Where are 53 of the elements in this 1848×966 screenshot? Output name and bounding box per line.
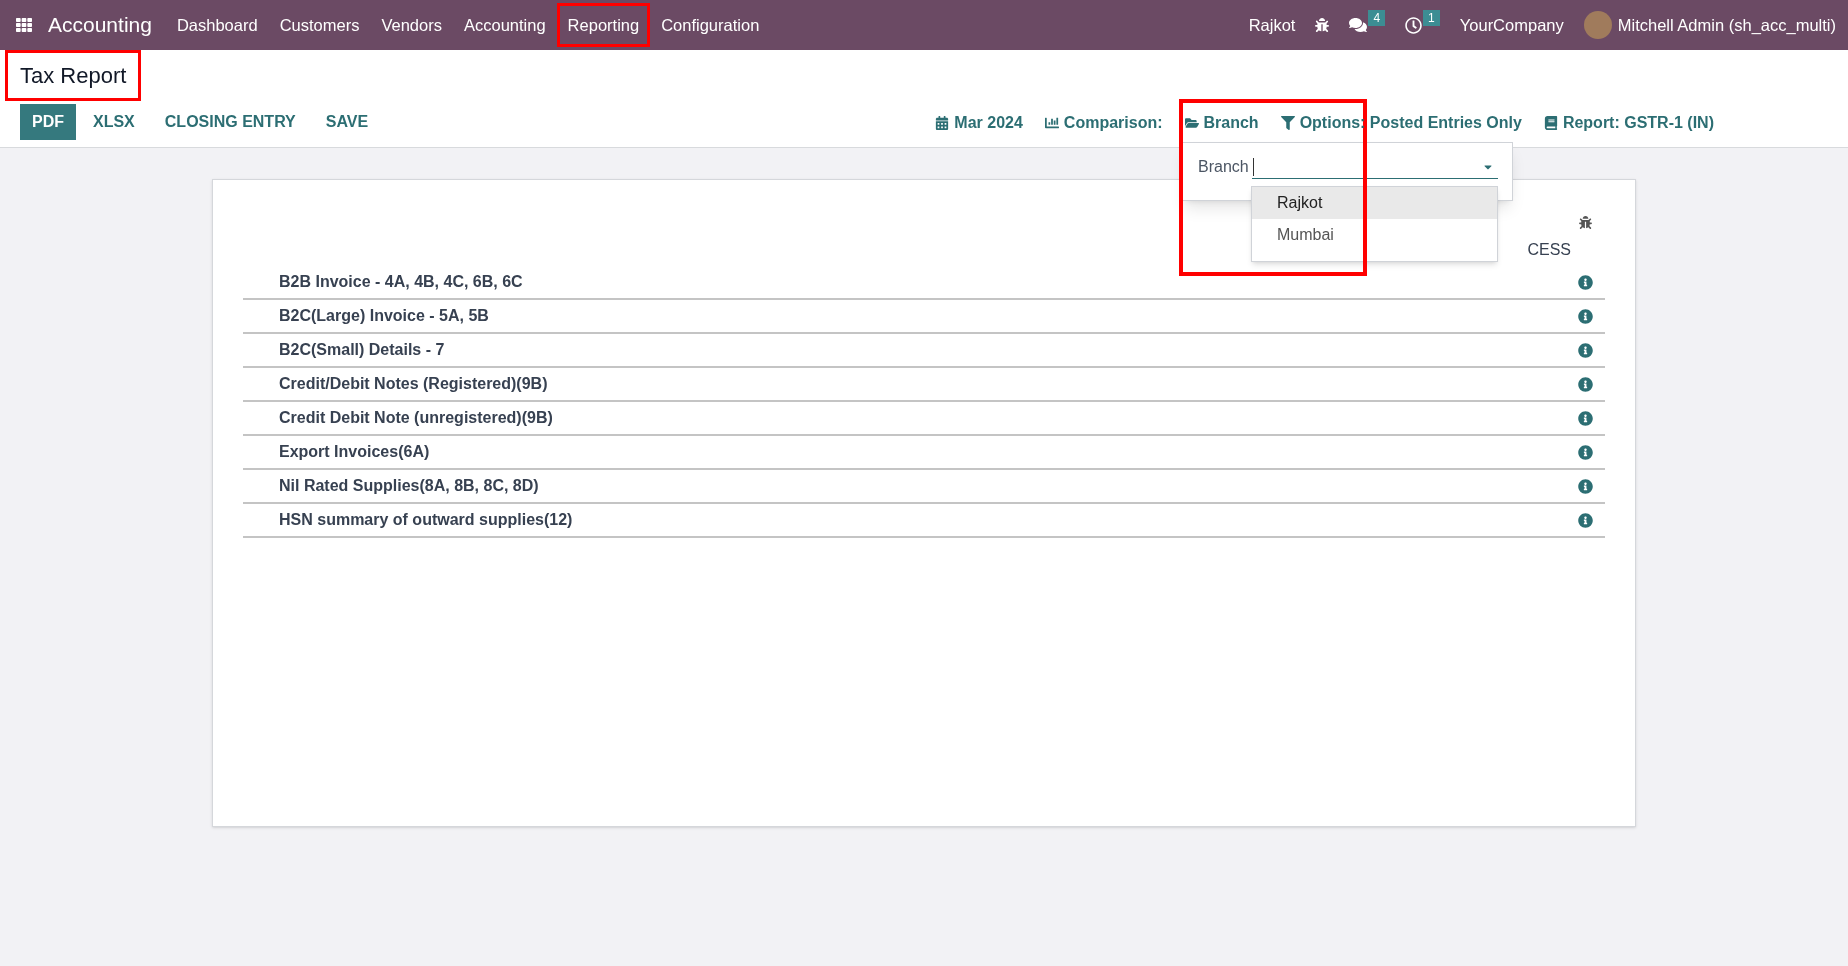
report-line[interactable]: Export Invoices(6A) (243, 440, 430, 464)
text-cursor (1253, 157, 1254, 176)
report-line[interactable]: Credit Debit Note (unregistered)(9B) (243, 406, 553, 430)
bar-chart-icon (1044, 116, 1059, 130)
calendar-icon (935, 116, 950, 130)
notification-count: 4 (1368, 10, 1386, 26)
company-switcher[interactable]: YourCompany (1459, 12, 1564, 38)
notification-count: 1 (1423, 10, 1440, 26)
menu-item[interactable]: Customers (268, 3, 371, 47)
dropdown-option[interactable]: Mumbai (1252, 219, 1497, 251)
column-header: CESS (1527, 240, 1571, 260)
action-button[interactable]: PDF (20, 104, 76, 140)
report-line[interactable]: B2C(Large) Invoice - 5A, 5B (243, 304, 489, 328)
bug-icon[interactable] (1315, 18, 1330, 32)
chat-icon[interactable] (1349, 16, 1368, 34)
apps-menu-icon[interactable] (16, 17, 32, 33)
branch-switcher[interactable]: Rajkot (1248, 12, 1296, 38)
info-icon[interactable] (1577, 308, 1593, 324)
bug-icon[interactable] (1578, 215, 1592, 229)
filter-button[interactable]: Branch (1184, 111, 1259, 135)
info-icon[interactable] (1577, 444, 1593, 460)
field-label: Branch (1198, 157, 1249, 177)
info-icon[interactable] (1577, 274, 1593, 290)
report-line[interactable]: B2C(Small) Details - 7 (243, 338, 445, 362)
report-line[interactable]: B2B Invoice - 4A, 4B, 4C, 6B, 6C (243, 270, 523, 294)
report-line[interactable]: HSN summary of outward supplies(12) (243, 508, 573, 532)
menu-item[interactable]: Vendors (370, 3, 453, 47)
action-button[interactable]: CLOSING ENTRY (151, 104, 309, 140)
branch-select-field[interactable] (1252, 155, 1498, 179)
report-line[interactable]: Nil Rated Supplies(8A, 8B, 8C, 8D) (243, 474, 539, 498)
menu-item[interactable]: Accounting (452, 3, 557, 47)
page-title: Tax Report (5, 50, 142, 101)
info-icon[interactable] (1577, 342, 1593, 358)
dropdown-option[interactable]: Rajkot (1252, 187, 1497, 219)
clock-icon[interactable] (1405, 16, 1423, 34)
report-line[interactable]: Credit/Debit Notes (Registered)(9B) (243, 372, 548, 396)
action-button[interactable]: SAVE (312, 104, 382, 140)
info-icon[interactable] (1577, 512, 1593, 528)
filter-button[interactable]: Report: GSTR-1 (IN) (1543, 111, 1714, 135)
menu-item[interactable]: Dashboard (165, 3, 269, 47)
filter-button[interactable]: Mar 2024 (935, 111, 1023, 135)
folder-icon (1184, 116, 1199, 130)
filter-icon (1280, 116, 1295, 130)
menu-item[interactable]: Configuration (650, 3, 771, 47)
info-icon[interactable] (1577, 410, 1593, 426)
book-icon (1543, 116, 1558, 130)
menu-item[interactable]: Reporting (556, 3, 651, 47)
filter-button[interactable]: Comparison: (1044, 111, 1163, 135)
user-name[interactable]: Mitchell Admin (sh_acc_multi) (1617, 12, 1836, 38)
action-button[interactable]: XLSX (80, 104, 148, 140)
info-icon[interactable] (1577, 478, 1593, 494)
app-name[interactable]: Accounting (48, 9, 152, 41)
info-icon[interactable] (1577, 376, 1593, 392)
